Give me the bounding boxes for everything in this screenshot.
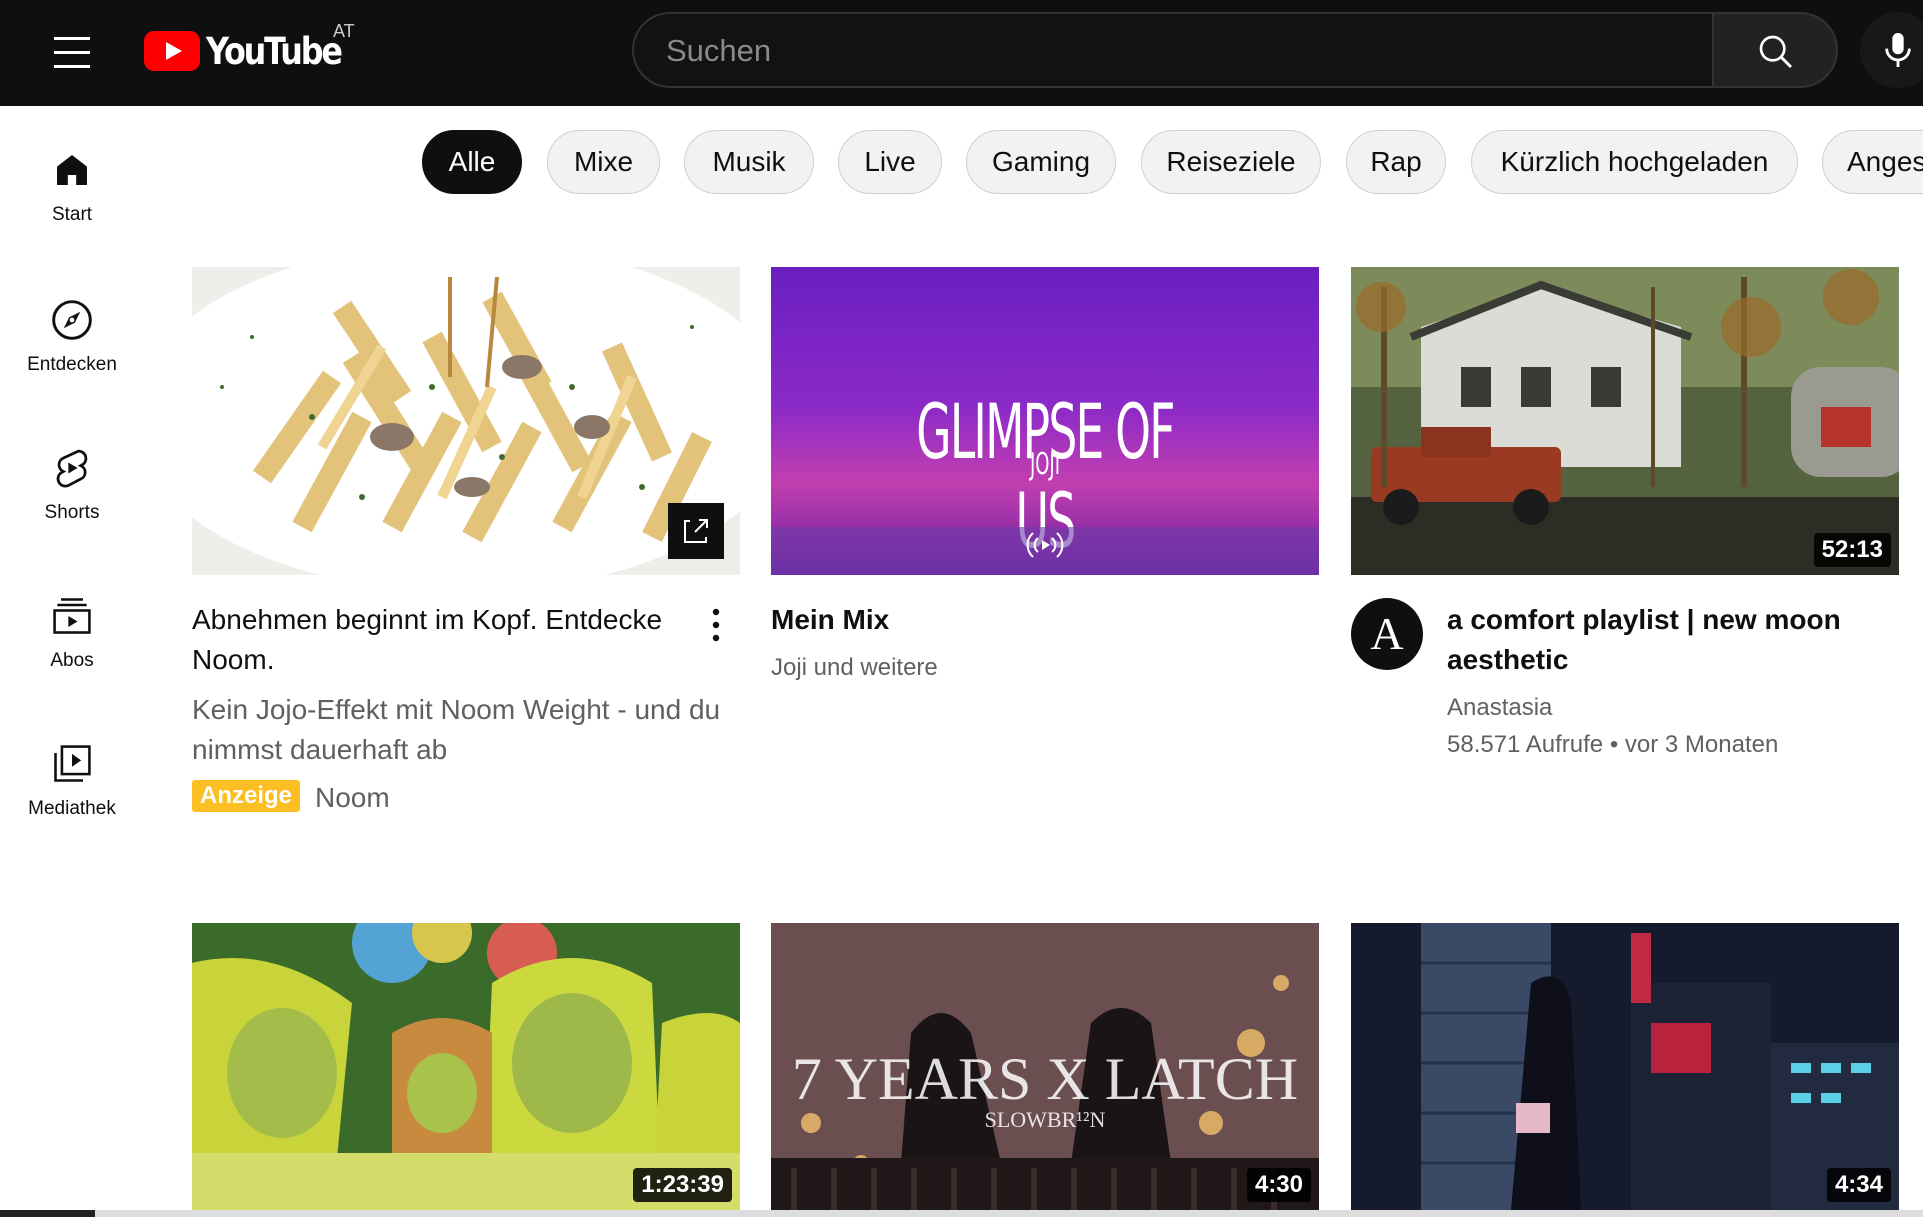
home-icon (57, 155, 87, 185)
more-options-button[interactable] (700, 606, 732, 644)
video-duration: 4:34 (1826, 1168, 1891, 1202)
video-thumbnail[interactable]: 4:34 (1351, 923, 1899, 1210)
video-thumbnail[interactable]: GLIMPSE OF US JOJI (771, 267, 1319, 575)
thumbnail-artist: JOJI (1029, 447, 1061, 482)
sidebar-item-mediathek[interactable]: Mediathek (0, 742, 144, 872)
video-stats: 58.571 Aufrufe • vor 3 Monaten (1447, 727, 1778, 763)
ad-badge: Anzeige (192, 780, 301, 812)
video-duration: 4:30 (1246, 1168, 1311, 1202)
microphone-icon (1885, 33, 1911, 67)
youtube-play-icon (144, 31, 200, 71)
ad-description-line: Kein Jojo-Effekt mit Noom Weight - und d… (192, 694, 721, 725)
mix-subtitle: Joji und weitere (771, 654, 938, 681)
ad-description-line: nimmst dauerhaft ab (192, 734, 448, 765)
external-link-icon (684, 519, 708, 543)
video-title[interactable]: a comfort playlist | new moon aesthetic (1447, 600, 1867, 680)
chip-rap[interactable]: Rap (1346, 130, 1446, 194)
advertiser-name[interactable]: Noom (315, 780, 390, 816)
view-count: 58.571 Aufrufe (1447, 731, 1604, 758)
video-title-line: a comfort playlist | new moon (1447, 604, 1841, 635)
compass-icon (52, 300, 92, 340)
chip-musik[interactable]: Musik (684, 130, 814, 194)
video-title[interactable]: Abnehmen beginnt im Kopf. Entdecke Noom. (192, 600, 692, 680)
sidebar-item-abos[interactable]: Abos (0, 594, 144, 724)
video-thumbnail[interactable]: 52:13 (1351, 267, 1899, 575)
country-code: AT (333, 21, 355, 41)
sidebar-item-shorts[interactable]: Shorts (0, 446, 144, 576)
youtube-logo[interactable]: YouTube (144, 28, 363, 74)
sidebar-item-label: Entdecken (27, 354, 117, 375)
video-thumbnail[interactable]: 1:23:39 (192, 923, 740, 1210)
chip-gaming[interactable]: Gaming (966, 130, 1116, 194)
thumbnail-subtitle: SLOWBR¹²N (984, 1107, 1106, 1132)
chip-alle[interactable]: Alle (422, 130, 522, 194)
sidebar-item-label: Start (51, 204, 93, 225)
thumbnail-title: 7 YEARS X LATCH (791, 1046, 1299, 1112)
sidebar-item-label: Mediathek (28, 798, 116, 819)
video-thumbnail[interactable] (192, 267, 740, 575)
sidebar-item-entdecken[interactable]: Entdecken (0, 298, 144, 428)
search-button[interactable] (1712, 12, 1838, 88)
channel-name[interactable]: Anastasia (1447, 690, 1552, 726)
channel-avatar[interactable]: A (1351, 598, 1423, 670)
house-thumbnail-image (1351, 267, 1899, 575)
search-icon (1759, 35, 1793, 69)
pasta-thumbnail-image (192, 267, 740, 575)
chip-kuerzlich-hochgeladen[interactable]: Kürzlich hochgeladen (1471, 130, 1798, 194)
load-progress (0, 1210, 95, 1217)
anime-city-night-thumbnail-image (1351, 923, 1899, 1210)
sidebar-item-label: Abos (50, 650, 94, 671)
hamburger-menu-icon[interactable] (48, 32, 96, 72)
subscriptions-icon (53, 598, 91, 634)
video-title[interactable]: Mein Mix (771, 600, 889, 640)
dot-separator: • (1609, 731, 1625, 758)
video-duration: 1:23:39 (633, 1168, 732, 1202)
top-bar: YouTube AT (0, 0, 1923, 106)
video-duration: 52:13 (1813, 533, 1891, 567)
video-title-line: aesthetic (1447, 644, 1569, 675)
search-input[interactable] (664, 14, 1668, 88)
open-external-button[interactable] (668, 503, 724, 559)
search-box (632, 12, 1712, 88)
anime-dancers-thumbnail-image (192, 923, 740, 1210)
video-title-line: Noom. (192, 644, 275, 675)
sidebar-item-label: Shorts (44, 502, 100, 523)
video-thumbnail[interactable]: 7 YEARS X LATCH SLOWBR¹²N 4:30 (771, 923, 1319, 1210)
video-title-line: Abnehmen beginnt im Kopf. Entdecke (192, 604, 663, 635)
voice-search-button[interactable] (1860, 12, 1923, 88)
chip-reiseziele[interactable]: Reiseziele (1141, 130, 1321, 194)
more-vert-icon (712, 608, 720, 642)
upload-age: vor 3 Monaten (1624, 731, 1779, 758)
shorts-icon (56, 449, 88, 488)
library-icon (54, 745, 91, 782)
mix-radio-icon (1026, 532, 1064, 558)
chip-mixe[interactable]: Mixe (547, 130, 660, 194)
logo-text: YouTube (206, 29, 343, 73)
ad-description: Kein Jojo-Effekt mit Noom Weight - und d… (192, 690, 752, 770)
sidebar-item-start[interactable]: Start (0, 150, 144, 280)
chip-angesehen[interactable]: Anges (1822, 130, 1923, 194)
page-load-bar (0, 1210, 1923, 1217)
chip-live[interactable]: Live (838, 130, 942, 194)
